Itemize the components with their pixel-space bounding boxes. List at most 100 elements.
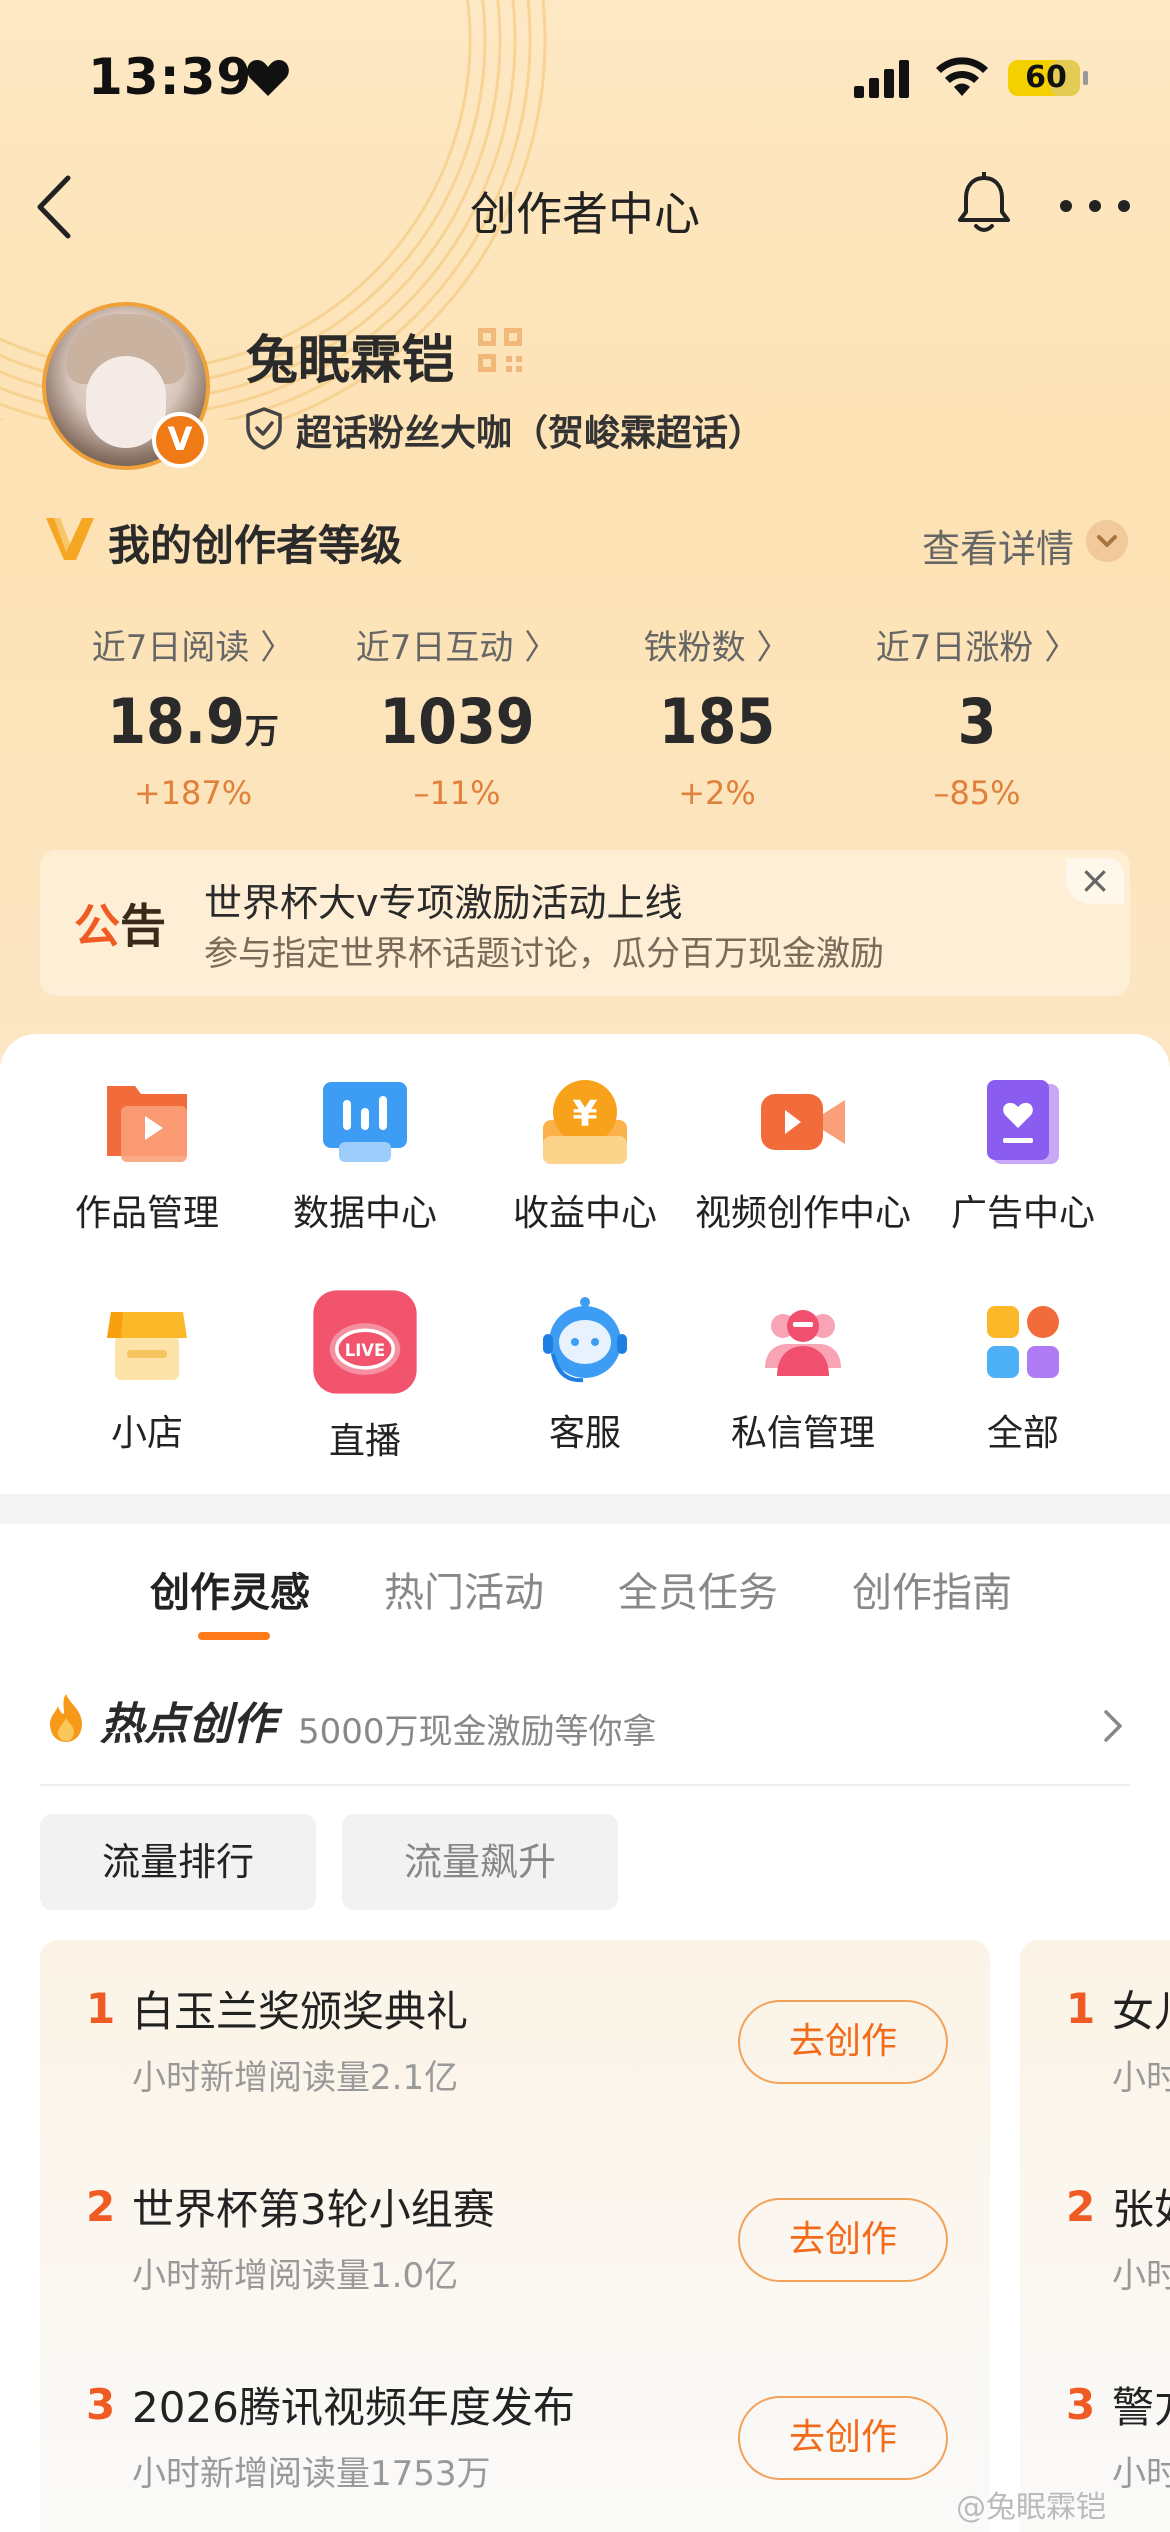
tab-creation-guide[interactable]: 创作指南 — [852, 1560, 1012, 1618]
tool-label: 私信管理 — [730, 1413, 875, 1454]
go-create-button[interactable]: 去创作 — [738, 2396, 948, 2480]
rank-title: 白玉兰奖颁奖典礼 — [132, 1987, 469, 2036]
announcement-tag: 公告 — [74, 899, 166, 953]
tool-all[interactable]: 全部 — [908, 1296, 1138, 1456]
tool-ad-center[interactable]: 广告中心 — [908, 1076, 1138, 1236]
creator-level-title: 我的创作者等级 — [108, 521, 403, 570]
all-icon — [987, 1306, 1059, 1378]
creation-content-panel: 创作灵感 热门活动 全员任务 创作指南 热点创作 5000万现金激励等你拿 流量… — [0, 1524, 1170, 2532]
tool-video-creation[interactable]: 视频创作中心 — [688, 1076, 918, 1236]
divider — [40, 1784, 1130, 1786]
heart-icon — [247, 60, 289, 96]
rank-title: 张如 — [1112, 2185, 1170, 2234]
stat-change: +2% — [678, 774, 756, 812]
username: 兔眠霖铠 — [246, 331, 455, 391]
tool-label: 小店 — [110, 1413, 183, 1454]
rank-number: 3 — [1066, 2380, 1096, 2429]
tool-label: 客服 — [548, 1413, 621, 1454]
ranking-item: 2 张如 小时 — [1020, 2138, 1170, 2328]
stat-change: +187% — [133, 774, 253, 812]
service-icon — [543, 1297, 627, 1383]
tool-label: 收益中心 — [512, 1193, 657, 1234]
chevron-right-icon[interactable] — [1102, 1708, 1126, 1744]
rank-reads: 小时 — [1112, 2058, 1170, 2098]
stat-unit: 万 — [244, 712, 279, 752]
wifi-icon — [936, 57, 988, 96]
video-icon — [761, 1094, 845, 1150]
tool-income-center[interactable]: ¥ 收益中心 — [470, 1076, 700, 1236]
rank-title: 女儿 — [1112, 1987, 1170, 2036]
filter-traffic-rising[interactable]: 流量飙升 — [342, 1814, 618, 1910]
announcement-banner[interactable]: 公告 世界杯大v专项激励活动上线 参与指定世界杯话题讨论，瓜分百万现金激励 × — [40, 850, 1130, 996]
ranking-item[interactable]: 1 白玉兰奖颁奖典礼 小时新增阅读量2.1亿 去创作 — [40, 1940, 990, 2130]
signal-icon — [854, 60, 909, 98]
ad-icon — [987, 1080, 1059, 1164]
tool-works-management[interactable]: 作品管理 — [32, 1076, 262, 1236]
rank-number: 2 — [1066, 2182, 1096, 2231]
fan-badge[interactable]: 超话粉丝大咖（贺峻霖超话） — [296, 404, 764, 456]
bell-icon[interactable] — [956, 172, 1012, 234]
tool-shop[interactable]: 小店 — [32, 1296, 262, 1456]
filter-traffic-ranking[interactable]: 流量排行 — [40, 1814, 316, 1910]
stat-interactions[interactable]: 近7日互动 〉 1039 –11% — [312, 620, 602, 812]
tab-all-tasks[interactable]: 全员任务 — [618, 1560, 778, 1618]
stat-reads[interactable]: 近7日阅读 〉 18.9万 +187% — [48, 620, 338, 812]
fire-icon — [50, 1694, 82, 1742]
rank-number: 3 — [86, 2380, 116, 2429]
svg-text:¥: ¥ — [572, 1094, 597, 1135]
stat-label: 近7日涨粉 〉 — [875, 628, 1079, 668]
live-icon: LIVE — [313, 1290, 417, 1394]
rank-number: 1 — [1066, 1984, 1096, 2033]
active-tab-indicator — [198, 1632, 270, 1640]
stat-label: 铁粉数 〉 — [643, 628, 791, 668]
rank-title: 世界杯第3轮小组赛 — [132, 2185, 495, 2234]
stat-change: –11% — [413, 774, 501, 812]
tab-inspiration[interactable]: 创作灵感 — [150, 1560, 310, 1618]
ranking-item[interactable]: 2 世界杯第3轮小组赛 小时新增阅读量1.0亿 去创作 — [40, 2138, 990, 2328]
rank-number: 2 — [86, 2182, 116, 2231]
stat-value: 3 — [957, 685, 997, 758]
stat-label: 近7日互动 〉 — [355, 628, 559, 668]
tool-live[interactable]: LIVE 直播 — [250, 1290, 480, 1464]
close-icon[interactable]: × — [1066, 858, 1124, 904]
stat-value: 18.9万 — [107, 685, 279, 758]
ranking-card-peek[interactable]: 1 女儿 小时 2 张如 小时 3 警方 小时 — [1020, 1940, 1170, 2532]
tool-label: 广告中心 — [950, 1193, 1095, 1234]
hot-creation-title: 热点创作 — [100, 1699, 276, 1750]
status-bar: 13:39 60 — [0, 0, 1170, 150]
tools-grid: 作品管理 数据中心 ¥ 收益中心 视频创作中心 广告中心 小店 LIVE 直播 … — [0, 1034, 1170, 1494]
go-create-button[interactable]: 去创作 — [738, 2000, 948, 2084]
rank-reads: 小时 — [1112, 2256, 1170, 2296]
battery-level: 60 — [1025, 60, 1067, 95]
message-icon — [765, 1310, 841, 1376]
ranking-card: 1 白玉兰奖颁奖典礼 小时新增阅读量2.1亿 去创作 2 世界杯第3轮小组赛 小… — [40, 1940, 990, 2532]
more-icon[interactable] — [1058, 198, 1132, 214]
qrcode-icon[interactable] — [476, 326, 524, 374]
ranking-item[interactable]: 3 2026腾讯视频年度发布 小时新增阅读量1753万 去创作 — [40, 2336, 990, 2526]
works-icon — [107, 1086, 187, 1162]
stat-value: 185 — [658, 685, 776, 758]
tool-customer-service[interactable]: 客服 — [470, 1296, 700, 1456]
chevron-down-icon[interactable] — [1086, 520, 1128, 562]
stat-label: 近7日阅读 〉 — [91, 628, 295, 668]
rank-reads: 小时新增阅读量1.0亿 — [132, 2256, 459, 2296]
level-v-icon — [46, 518, 94, 560]
announcement-title: 世界杯大v专项激励活动上线 — [204, 881, 683, 925]
go-create-button[interactable]: 去创作 — [738, 2198, 948, 2282]
rank-number: 1 — [86, 1984, 116, 2033]
tool-message-management[interactable]: 私信管理 — [688, 1296, 918, 1456]
rank-title: 2026腾讯视频年度发布 — [132, 2383, 575, 2432]
tool-label: 数据中心 — [292, 1193, 437, 1234]
tab-hot-activities[interactable]: 热门活动 — [384, 1560, 544, 1618]
rank-title: 警方 — [1112, 2383, 1170, 2432]
hot-creation-subtitle: 5000万现金激励等你拿 — [298, 1712, 657, 1752]
stat-new-fans[interactable]: 近7日涨粉 〉 3 –85% — [832, 620, 1122, 812]
view-details-link[interactable]: 查看详情 — [922, 518, 1074, 573]
tool-data-center[interactable]: 数据中心 — [250, 1076, 480, 1236]
stat-value: 1039 — [379, 685, 535, 758]
stat-iron-fans[interactable]: 铁粉数 〉 185 +2% — [572, 620, 862, 812]
rank-reads: 小时新增阅读量2.1亿 — [132, 2058, 459, 2098]
data-icon — [323, 1082, 407, 1162]
rank-reads: 小时新增阅读量1753万 — [132, 2454, 491, 2494]
income-icon: ¥ — [543, 1080, 627, 1164]
